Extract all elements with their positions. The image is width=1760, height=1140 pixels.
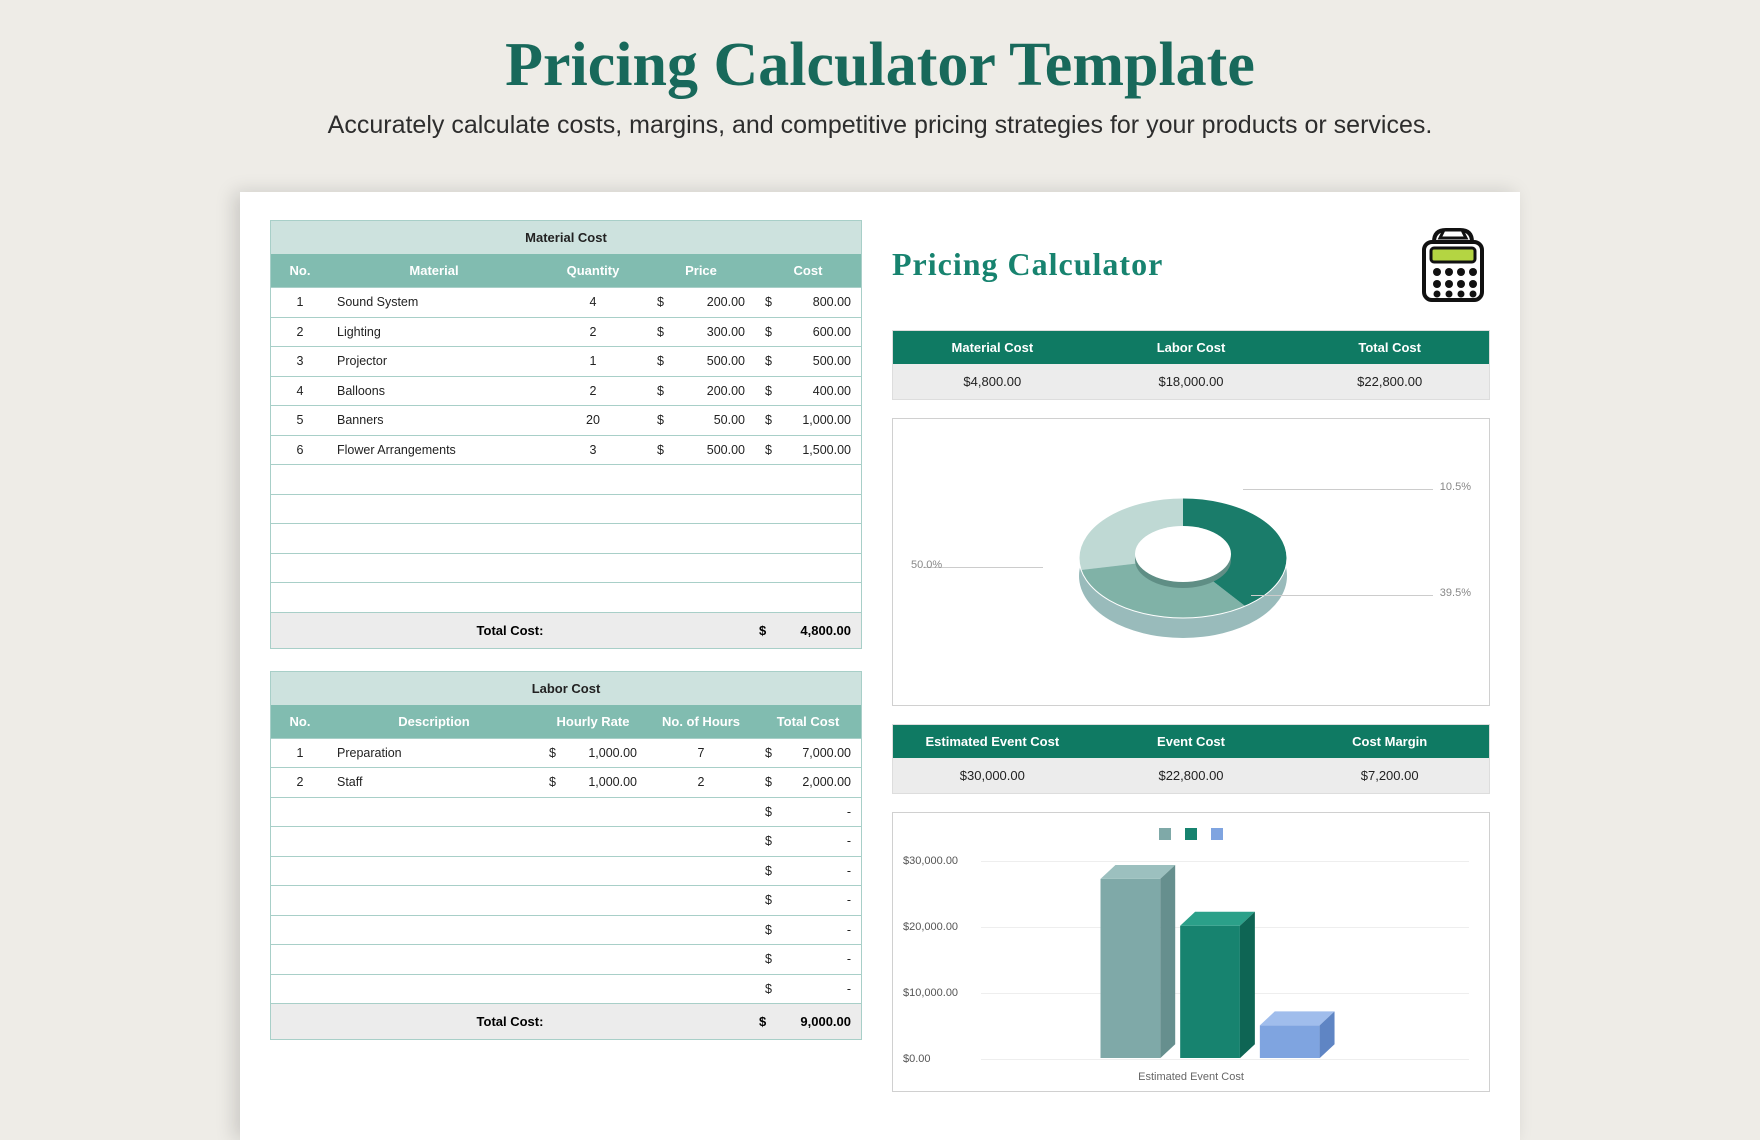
col-hourly-rate: Hourly Rate (539, 705, 647, 738)
gridline (981, 1059, 1469, 1060)
leader-line (1251, 595, 1433, 596)
bar-chart: $30,000.00 $20,000.00 $10,000.00 $0.00 (892, 812, 1490, 1092)
bar-x-label: Estimated Event Cost (893, 1071, 1489, 1083)
sum-total-cost-header: Total Cost (1290, 331, 1489, 364)
y-tick-1: $10,000.00 (903, 987, 958, 999)
donut-label-3: 39.5% (1440, 587, 1471, 599)
table-row: 2Lighting2$300.00$600.00 (271, 317, 861, 347)
table-row: 5Banners20$50.00$1,000.00 (271, 405, 861, 435)
table-row: 6Flower Arrangements3$500.00$1,500.00 (271, 435, 861, 465)
table-row: $- (271, 797, 861, 827)
sum-total-cost-value: $22,800.00 (1290, 364, 1489, 399)
material-header-row: No. Material Quantity Price Cost (271, 254, 861, 287)
col-quantity: Quantity (539, 254, 647, 287)
table-row: $- (271, 826, 861, 856)
material-cost-table: Material Cost No. Material Quantity Pric… (270, 220, 862, 649)
legend-swatch-1 (1159, 828, 1171, 840)
labor-title: Labor Cost (271, 672, 861, 705)
table-row: 2Staff$1,000.002$2,000.00 (271, 767, 861, 797)
y-tick-2: $20,000.00 (903, 921, 958, 933)
table-row: $- (271, 856, 861, 886)
estimated-cost-header: Estimated Event Cost (893, 725, 1092, 758)
col-description: Description (329, 705, 539, 738)
table-row: 3Projector1$500.00$500.00 (271, 346, 861, 376)
calculator-icon (1416, 224, 1490, 304)
material-title: Material Cost (271, 221, 861, 254)
cost-summary-table: Material Cost Labor Cost Total Cost $4,8… (892, 330, 1490, 400)
table-row (271, 464, 861, 494)
event-summary-table: Estimated Event Cost Event Cost Cost Mar… (892, 724, 1490, 794)
col-no: No. (271, 705, 329, 738)
sum-material-cost-header: Material Cost (893, 331, 1092, 364)
labor-total-value: $9,000.00 (749, 1004, 861, 1039)
sum-labor-cost-value: $18,000.00 (1092, 364, 1291, 399)
event-cost-header: Event Cost (1092, 725, 1291, 758)
labor-total-row: Total Cost: $9,000.00 (271, 1003, 861, 1039)
donut-label-2: 10.5% (1440, 481, 1471, 493)
table-row: 1Preparation$1,000.007$7,000.00 (271, 738, 861, 768)
spreadsheet-preview: Material Cost No. Material Quantity Pric… (240, 192, 1520, 1140)
table-row: 1Sound System4$200.00$800.00 (271, 287, 861, 317)
col-hours: No. of Hours (647, 705, 755, 738)
legend-swatch-2 (1185, 828, 1197, 840)
estimated-cost-value: $30,000.00 (893, 758, 1092, 793)
labor-total-label: Total Cost: (271, 1004, 749, 1039)
y-tick-3: $30,000.00 (903, 855, 958, 867)
material-total-row: Total Cost: $4,800.00 (271, 612, 861, 648)
y-tick-0: $0.00 (903, 1053, 931, 1065)
table-row: $- (271, 974, 861, 1004)
col-material: Material (329, 254, 539, 287)
page-subtitle: Accurately calculate costs, margins, and… (0, 111, 1760, 140)
event-cost-value: $22,800.00 (1092, 758, 1291, 793)
material-total-label: Total Cost: (271, 613, 749, 648)
col-price: Price (647, 254, 755, 287)
sum-material-cost-value: $4,800.00 (893, 364, 1092, 399)
legend-swatch-3 (1211, 828, 1223, 840)
table-row: $- (271, 915, 861, 945)
table-row (271, 494, 861, 524)
labor-header-row: No. Description Hourly Rate No. of Hours… (271, 705, 861, 738)
table-row: $- (271, 885, 861, 915)
col-total-cost: Total Cost (755, 705, 861, 738)
labor-cost-table: Labor Cost No. Description Hourly Rate N… (270, 671, 862, 1041)
leader-line (1243, 489, 1433, 490)
donut-label-1: 50.0% (911, 559, 942, 571)
col-no: No. (271, 254, 329, 287)
donut-chart: 50.0% 10.5% 39.5% (892, 418, 1490, 706)
cost-margin-header: Cost Margin (1290, 725, 1489, 758)
table-row (271, 582, 861, 612)
table-row: $- (271, 944, 861, 974)
table-row (271, 553, 861, 583)
table-row: 4Balloons2$200.00$400.00 (271, 376, 861, 406)
page-title: Pricing Calculator Template (0, 30, 1760, 101)
cost-margin-value: $7,200.00 (1290, 758, 1489, 793)
table-row (271, 523, 861, 553)
bar-legend (893, 825, 1489, 843)
pricing-calculator-heading: Pricing Calculator (892, 246, 1163, 283)
bar-bars (981, 861, 1469, 1058)
col-cost: Cost (755, 254, 861, 287)
material-total-value: $4,800.00 (749, 613, 861, 648)
sum-labor-cost-header: Labor Cost (1092, 331, 1291, 364)
